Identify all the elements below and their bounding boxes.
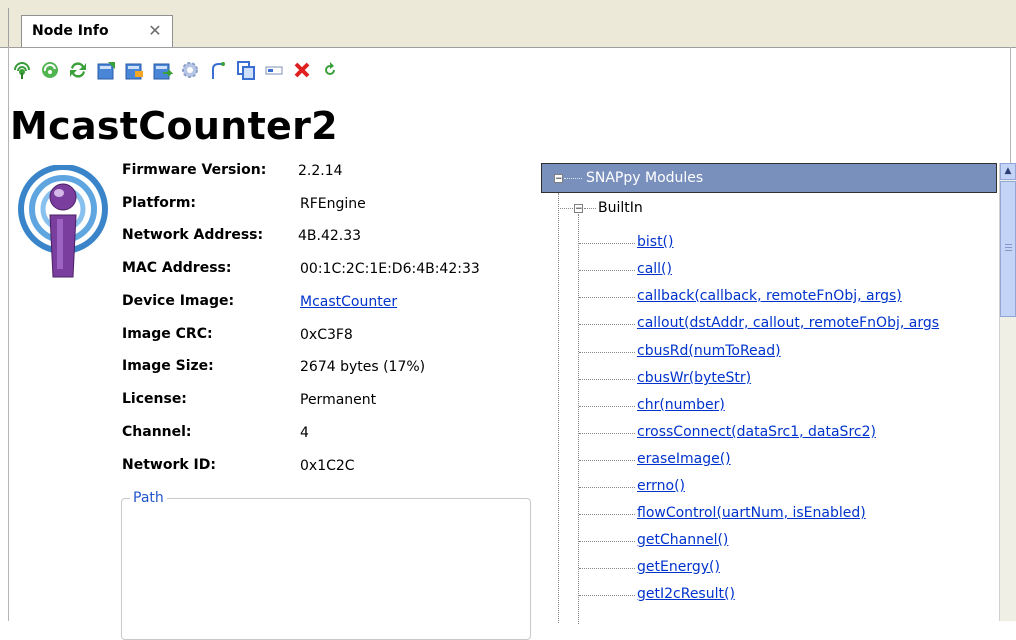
tree-branch [579, 487, 635, 488]
function-item-cbuswr[interactable]: cbusWr(byteStr) [637, 370, 751, 386]
image-crc-row: Image CRC: 0xC3F8 [122, 326, 542, 350]
tree-branch [579, 270, 635, 271]
root-trunk-line [558, 193, 559, 623]
channel-label: Channel: [122, 424, 192, 440]
delete-icon[interactable] [290, 58, 314, 82]
license-row: License: Permanent [122, 391, 542, 415]
scroll-up-arrow-icon[interactable]: ▲ [1000, 163, 1016, 180]
image-size-label: Image Size: [122, 358, 214, 374]
function-item-chr[interactable]: chr(number) [637, 397, 725, 413]
console-icon[interactable] [262, 58, 286, 82]
thumb-grip-line [1005, 247, 1012, 248]
tree-branch [579, 433, 635, 434]
channel-value: 4 [300, 425, 309, 441]
firmware-version-row: Firmware Version: 2.2.14 [122, 162, 542, 186]
tree-scrollbar[interactable]: ▲ [999, 163, 1016, 621]
tree-branch [579, 379, 635, 380]
settings-icon[interactable] [178, 58, 202, 82]
thumb-grip-line [1005, 250, 1012, 251]
function-item-call[interactable]: call() [637, 261, 672, 277]
export-icon[interactable] [150, 58, 174, 82]
erase-image-icon[interactable] [122, 58, 146, 82]
close-icon[interactable]: ✕ [146, 22, 164, 40]
device-image-link[interactable]: McastCounter [300, 294, 397, 310]
tree-branch [579, 352, 635, 353]
function-item-cbusrd[interactable]: cbusRd(numToRead) [637, 343, 781, 359]
tree-branch [579, 243, 635, 244]
tab-strip-edge [8, 8, 9, 48]
function-item-eraseimage[interactable]: eraseImage() [637, 451, 731, 467]
sync-icon[interactable] [66, 58, 90, 82]
network-address-row: Network Address: 4B.42.33 [122, 227, 542, 251]
image-crc-value: 0xC3F8 [300, 327, 353, 343]
probe-icon[interactable] [206, 58, 230, 82]
network-id-value: 0x1C2C [300, 458, 355, 474]
network-id-label: Network ID: [122, 457, 216, 473]
tree-branch [579, 514, 635, 515]
tree-branch [579, 324, 635, 325]
scrollbar-thumb[interactable] [1000, 181, 1016, 317]
ping-icon[interactable] [10, 58, 34, 82]
tab-strip: Node Info ✕ [0, 0, 1016, 48]
collapse-root-icon[interactable]: − [554, 174, 563, 184]
license-label: License: [122, 391, 187, 407]
network-address-value: 4B.42.33 [298, 228, 362, 244]
function-item-flowcontrol[interactable]: flowControl(uartNum, isEnabled) [637, 505, 866, 521]
tree-branch [579, 595, 635, 596]
tree-branch [579, 541, 635, 542]
mac-address-label: MAC Address: [122, 260, 232, 276]
path-label: Path [130, 490, 167, 506]
tab-node-info-label: Node Info [32, 23, 109, 39]
builtin-trunk-line [578, 214, 579, 624]
license-value: Permanent [300, 392, 377, 408]
tree-root-row[interactable]: − SNAPpy Modules [541, 163, 997, 193]
function-item-geti2cresult[interactable]: getI2cResult() [637, 586, 735, 602]
tree-branch [579, 297, 635, 298]
builtin-label-connector [584, 208, 596, 209]
left-frame-border [8, 47, 9, 621]
builtin-connector [558, 208, 573, 209]
image-size-row: Image Size: 2674 bytes (17%) [122, 358, 542, 382]
device-image-row: Device Image: McastCounter [122, 293, 542, 317]
network-id-row: Network ID: 0x1C2C [122, 457, 542, 481]
function-item-crossconnect[interactable]: crossConnect(dataSrc1, dataSrc2) [637, 424, 876, 440]
image-crc-label: Image CRC: [122, 326, 213, 342]
platform-label: Platform: [122, 195, 196, 211]
function-item-bist[interactable]: bist() [637, 234, 673, 250]
platform-row: Platform: RFEngine [122, 195, 542, 219]
upload-image-icon[interactable] [94, 58, 118, 82]
tab-node-info[interactable]: Node Info ✕ [21, 15, 173, 47]
function-item-errno[interactable]: errno() [637, 478, 685, 494]
mac-address-value: 00:1C:2C:1E:D6:4B:42:33 [300, 261, 480, 277]
function-item-getchannel[interactable]: getChannel() [637, 532, 728, 548]
collapse-builtin-icon[interactable]: − [574, 204, 583, 214]
network-address-label: Network Address: [122, 227, 264, 243]
mac-address-row: MAC Address: 00:1C:2C:1E:D6:4B:42:33 [122, 260, 542, 284]
reboot-icon[interactable] [318, 58, 342, 82]
node-name-title: McastCounter2 [10, 104, 338, 148]
function-item-getenergy[interactable]: getEnergy() [637, 559, 720, 575]
function-item-callback[interactable]: callback(callback, remoteFnObj, args) [637, 288, 902, 304]
firmware-version-value: 2.2.14 [298, 163, 343, 179]
wireless-node-icon [17, 164, 109, 285]
tree-root-label: SNAPpy Modules [586, 170, 704, 186]
root-connector [564, 178, 582, 179]
channel-row: Channel: 4 [122, 424, 542, 448]
function-item-callout[interactable]: callout(dstAddr, callout, remoteFnObj, a… [637, 315, 939, 331]
firmware-version-label: Firmware Version: [122, 162, 267, 178]
refresh-node-icon[interactable] [38, 58, 62, 82]
tree-builtin-node[interactable]: BuiltIn [598, 200, 643, 216]
thumb-grip-line [1005, 244, 1012, 245]
device-image-label: Device Image: [122, 293, 235, 309]
image-size-value: 2674 bytes (17%) [300, 359, 426, 375]
tree-branch [579, 460, 635, 461]
path-group-box: Path [121, 490, 531, 640]
tree-branch [579, 406, 635, 407]
tree-branch [579, 568, 635, 569]
copy-icon[interactable] [234, 58, 258, 82]
snappy-modules-tree: − SNAPpy Modules − BuiltIn bist() call()… [541, 163, 1016, 624]
platform-value: RFEngine [300, 196, 366, 212]
